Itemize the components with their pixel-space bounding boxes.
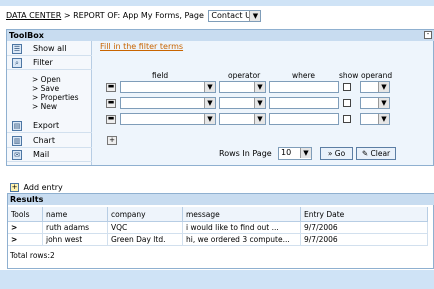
breadcrumb: DATA CENTER > REPORT OF: App My Forms, P… [6,9,262,23]
toolbox-title: ToolBox [7,30,434,41]
chevron-down-icon: ▼ [204,82,215,92]
cell-company: Green Day ltd. [107,233,183,246]
sidebar-item-label: Filter [33,58,53,67]
add-entry-icon: + [10,183,19,192]
results-title: Results [8,194,434,205]
mail-icon: ✉ [12,150,22,160]
results-header-row: Tools name company message Entry Date [8,207,428,222]
column-header-tools[interactable]: Tools [8,207,43,222]
chevron-down-icon: ▼ [254,98,265,108]
toolbox-sidebar: ☰ Show all ⌕ Filter > Open > Save > Prop… [7,41,92,165]
bottom-band [0,270,434,289]
show-checkbox[interactable] [343,99,351,107]
chevron-down-icon: ▼ [249,10,261,21]
top-band [0,0,434,6]
column-header-entry-date[interactable]: Entry Date [300,207,428,222]
chevron-down-icon: ▼ [378,82,389,92]
filter-row: ▬ ▼ ▼ ▼ [106,113,426,126]
eraser-icon: ✎ [361,149,369,158]
clear-button-label: Clear [370,149,391,158]
page-select[interactable]: Contact Us ▼ [208,9,262,22]
column-header-operand: operand [361,71,393,80]
where-input[interactable] [269,113,339,125]
column-header-where: where [292,71,316,80]
remove-row-button[interactable]: ▬ [106,83,116,92]
add-entry-link[interactable]: + Add entry [10,183,63,192]
rows-in-page-label: Rows In Page [219,149,272,158]
sidebar-item-filter[interactable]: ⌕ Filter [7,57,92,70]
remove-row-button[interactable]: ▬ [106,99,116,108]
sidebar-item-label: Export [33,121,60,130]
sidebar-item-mail[interactable]: ✉ Mail [7,149,92,162]
table-row: > john west Green Day ltd. hi, we ordere… [8,233,428,246]
operand-select[interactable]: ▼ [360,97,390,109]
chevron-down-icon: ▼ [378,98,389,108]
remove-row-button[interactable]: ▬ [106,115,116,124]
cell-name: ruth adams [42,221,108,234]
row-tool-link[interactable]: > [8,221,43,234]
show-checkbox[interactable] [343,115,351,123]
fill-filter-terms-link[interactable]: Fill in the filter terms [100,42,183,51]
show-checkbox[interactable] [343,83,351,91]
chevron-down-icon: ▼ [254,114,265,124]
column-header-field: field [152,71,169,80]
column-header-company[interactable]: company [107,207,183,222]
sidebar-item-show-all[interactable]: ☰ Show all [7,43,92,56]
table-row: > ruth adams VQC i would like to find ou… [8,221,428,234]
show-all-icon: ☰ [12,44,22,54]
filter-properties-item[interactable]: > Properties [32,93,79,102]
sidebar-item-label: Mail [33,150,50,159]
operator-select[interactable]: ▼ [219,113,266,125]
total-rows-text: Total rows:2 [10,251,55,260]
export-icon: ▤ [12,121,22,131]
chevron-down-icon: ▼ [300,148,311,158]
sidebar-item-export[interactable]: ▤ Export [7,120,92,133]
cell-company: VQC [107,221,183,234]
where-input[interactable] [269,81,339,93]
rows-in-page-select[interactable]: 10 ▼ [278,147,312,160]
field-select[interactable]: ▼ [120,113,216,125]
where-input[interactable] [269,97,339,109]
operand-select[interactable]: ▼ [360,113,390,125]
column-header-show: show [339,71,359,80]
chevron-down-icon: ▼ [204,114,215,124]
add-row-button[interactable]: + [107,136,117,145]
breadcrumb-data-center-link[interactable]: DATA CENTER [6,11,61,20]
cell-name: john west [42,233,108,246]
filter-open-item[interactable]: > Open [32,75,61,84]
sidebar-item-chart[interactable]: ▥ Chart [7,135,92,148]
column-header-operator: operator [228,71,261,80]
column-header-message[interactable]: message [182,207,301,222]
breadcrumb-separator: > [63,11,71,20]
cell-entry-date: 9/7/2006 [300,221,428,234]
sidebar-item-label: Chart [33,136,55,145]
operator-select[interactable]: ▼ [219,81,266,93]
minimize-button[interactable]: - [424,31,432,39]
row-tool-link[interactable]: > [8,233,43,246]
field-select[interactable]: ▼ [120,97,216,109]
filter-save-item[interactable]: > Save [32,84,59,93]
breadcrumb-text: REPORT OF: App My Forms, Page [73,11,204,20]
column-header-name[interactable]: name [42,207,108,222]
go-button[interactable]: » Go [320,147,353,160]
add-entry-label: Add entry [23,183,63,192]
sidebar-item-label: Show all [33,44,67,53]
cell-entry-date: 9/7/2006 [300,233,428,246]
chevron-down-icon: ▼ [254,82,265,92]
operand-select[interactable]: ▼ [360,81,390,93]
field-select[interactable]: ▼ [120,81,216,93]
operator-select[interactable]: ▼ [219,97,266,109]
cell-message: hi, we ordered 3 compute... [182,233,301,246]
clear-button[interactable]: ✎ Clear [356,147,396,160]
filter-row: ▬ ▼ ▼ ▼ [106,97,426,110]
filter-new-item[interactable]: > New [32,102,57,111]
results-table: Tools name company message Entry Date > … [8,207,428,246]
chevron-down-icon: ▼ [204,98,215,108]
rows-in-page-value: 10 [281,148,292,157]
filter-row: ▬ ▼ ▼ ▼ [106,81,426,94]
chevron-down-icon: ▼ [378,114,389,124]
search-icon: ⌕ [12,58,22,68]
chart-icon: ▥ [12,136,22,146]
cell-message: i would like to find out ... [182,221,301,234]
